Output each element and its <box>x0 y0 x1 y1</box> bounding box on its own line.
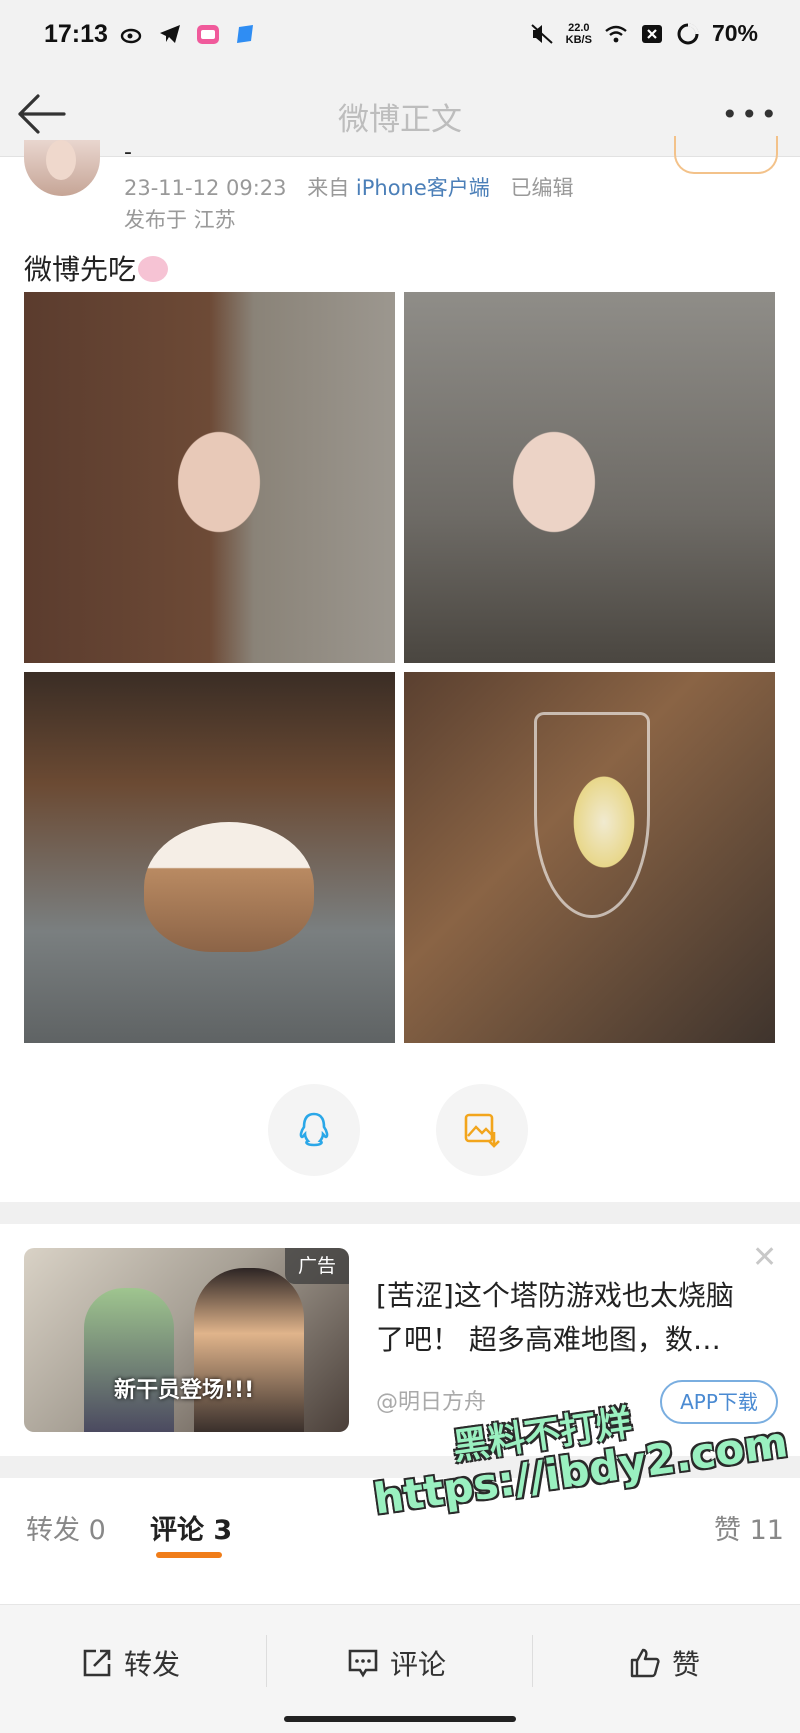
bottom-divider <box>532 1635 533 1687</box>
author-avatar[interactable] <box>24 140 100 196</box>
share-qq-button[interactable] <box>268 1084 360 1176</box>
tab-like[interactable]: 赞 11 <box>714 1508 784 1547</box>
repost-label: 转发 <box>124 1648 181 1681</box>
pig-emoji-icon <box>138 256 169 282</box>
post-photo-2[interactable] <box>404 292 775 663</box>
status-time: 17:13 <box>44 20 108 48</box>
wifi-icon <box>605 25 627 42</box>
weibo-icon <box>120 28 142 44</box>
tab-comment[interactable]: 评论 3 <box>150 1508 232 1547</box>
avatar-face <box>46 140 76 180</box>
page-title: 微博正文 <box>338 102 462 138</box>
post-meta: 23-11-12 09:23 来自 iPhone客户端 已编辑 <box>124 172 573 202</box>
comment-label: 评论 <box>390 1648 447 1681</box>
like-button[interactable]: 赞 <box>628 1643 700 1683</box>
net-speed-unit: KB/S <box>565 33 592 46</box>
post-text: 微博先吃 <box>24 248 169 288</box>
cake-shape <box>144 822 314 952</box>
post-edited-label[interactable]: 已编辑 <box>510 176 573 200</box>
follow-button[interactable] <box>674 136 778 174</box>
wine-glass-shape <box>534 712 650 918</box>
close-icon[interactable]: ✕ <box>752 1240 777 1275</box>
repost-button[interactable]: 转发 <box>80 1643 180 1683</box>
ad-character-1 <box>84 1288 174 1432</box>
ad-image[interactable]: 广告 新干员登场!!! <box>24 1248 349 1432</box>
net-speed: 22.0 KB/S <box>566 22 592 46</box>
post-location: 发布于 江苏 <box>124 208 236 232</box>
status-right: 22.0 KB/S 70% <box>530 20 758 47</box>
share-icon <box>83 1649 111 1677</box>
tab-repost[interactable]: 转发 0 <box>26 1508 106 1547</box>
ad-badge: 广告 <box>285 1248 349 1284</box>
post-photo-1[interactable] <box>24 292 395 663</box>
comment-icon <box>348 1649 378 1678</box>
bilibili-icon <box>197 25 219 44</box>
status-bar: 17:13 22.0 KB/S 70% <box>0 0 800 72</box>
ad-account[interactable]: @明日方舟 <box>376 1384 486 1416</box>
post-source-prefix: 来自 <box>307 176 350 200</box>
post-timestamp: 23-11-12 09:23 <box>124 176 287 200</box>
bottom-divider <box>266 1635 267 1687</box>
post-photo-4[interactable] <box>404 672 775 1043</box>
home-indicator[interactable] <box>284 1716 516 1722</box>
app-icon <box>237 25 253 43</box>
comment-button[interactable]: 评论 <box>346 1643 446 1683</box>
post-source-link[interactable]: iPhone客户端 <box>356 176 490 200</box>
telegram-icon <box>160 25 180 43</box>
notification-icons <box>120 22 258 46</box>
thumbs-up-icon <box>630 1648 660 1678</box>
like-label: 赞 <box>672 1648 701 1681</box>
more-options-icon[interactable]: ••• <box>721 98 780 131</box>
mute-icon <box>531 23 553 44</box>
bottom-action-bar: 转发 评论 赞 <box>0 1604 800 1733</box>
net-speed-value: 22.0 <box>568 21 590 34</box>
active-tab-indicator <box>156 1552 222 1558</box>
post-text-content: 微博先吃 <box>24 253 137 286</box>
save-image-button[interactable] <box>436 1084 528 1176</box>
close-box-icon <box>641 24 662 43</box>
app-download-button[interactable]: APP下载 <box>660 1380 778 1424</box>
ad-image-caption: 新干员登场!!! <box>114 1378 255 1403</box>
section-divider <box>0 1202 800 1224</box>
save-image-icon <box>464 1113 500 1148</box>
battery-icon <box>677 22 699 44</box>
battery-level: 70% <box>711 20 758 46</box>
ad-character-2 <box>194 1268 304 1432</box>
post-photo-3[interactable] <box>24 672 395 1043</box>
author-name[interactable]: - <box>124 140 132 165</box>
qq-icon <box>299 1112 329 1147</box>
ad-title[interactable]: [苦涩]这个塔防游戏也太烧脑了吧！ 超多高难地图，数… <box>376 1274 756 1362</box>
